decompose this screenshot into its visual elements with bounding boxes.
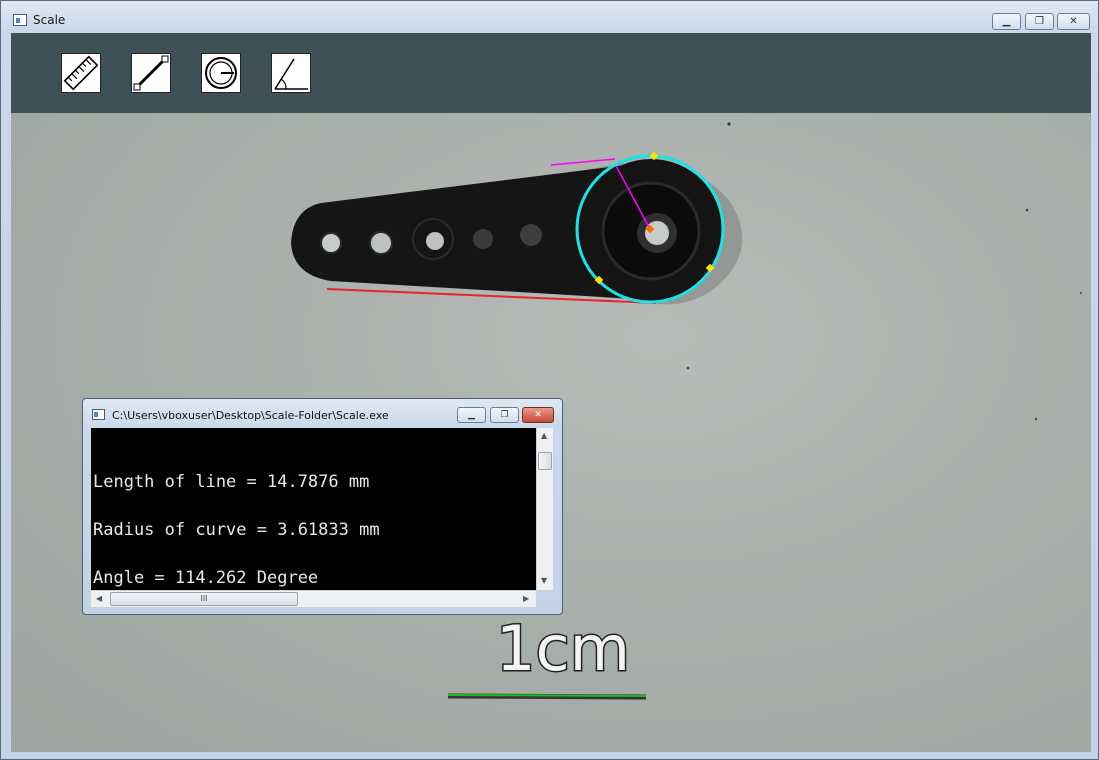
output-line-radius: Radius of curve = 3.61833 mm: [93, 520, 380, 540]
app-icon: [13, 14, 27, 26]
circle-tool-button[interactable]: [201, 53, 241, 93]
ruler-icon: [63, 55, 99, 91]
console-close-button[interactable]: ✕: [522, 407, 554, 423]
angle-icon: [274, 58, 308, 90]
console-icon: [92, 409, 105, 420]
output-line-length: Length of line = 14.7876 mm: [93, 472, 370, 492]
horizontal-scroll-thumb[interactable]: III: [110, 592, 298, 606]
top-edge-line: [550, 158, 616, 166]
scroll-up-icon[interactable]: ▲: [541, 431, 547, 440]
console-minimize-button[interactable]: ▁: [457, 407, 486, 423]
line-icon: [133, 55, 169, 91]
title-bar[interactable]: Scale ▁ ❐ ✕: [1, 1, 1098, 33]
line-tool-button[interactable]: [131, 53, 171, 93]
vertical-scroll-thumb[interactable]: [538, 452, 552, 470]
console-title: C:\Users\vboxuser\Desktop\Scale-Folder\S…: [112, 409, 389, 422]
circle-radius-icon: [205, 57, 237, 89]
close-button[interactable]: ✕: [1057, 13, 1090, 30]
scale-bar: [447, 694, 647, 697]
output-line-angle: Angle = 114.262 Degree: [93, 568, 319, 588]
console-window[interactable]: C:\Users\vboxuser\Desktop\Scale-Folder\S…: [82, 398, 563, 615]
console-maximize-button[interactable]: ❐: [490, 407, 519, 423]
toolbar: [11, 33, 1091, 113]
camera-view[interactable]: 1cm C:\Users\vboxuser\Desktop\Scale-Fold…: [11, 113, 1091, 752]
maximize-button[interactable]: ❐: [1025, 13, 1054, 30]
scroll-right-icon[interactable]: ▶: [523, 594, 529, 603]
minimize-button[interactable]: ▁: [992, 13, 1021, 30]
console-output: Length of line = 14.7876 mm Radius of cu…: [91, 428, 536, 590]
console-vertical-scrollbar[interactable]: ▲ ▼: [536, 428, 553, 590]
scale-label: 1cm: [496, 612, 630, 685]
console-horizontal-scrollbar[interactable]: ◀ III ▶: [91, 590, 536, 607]
scroll-left-icon[interactable]: ◀: [96, 594, 102, 603]
point-marker: [649, 151, 659, 161]
client-area: 1cm C:\Users\vboxuser\Desktop\Scale-Fold…: [11, 33, 1091, 752]
main-window: Scale ▁ ❐ ✕ 1cm C:\Users\vboxuser\Deskto…: [0, 0, 1099, 760]
ruler-tool-button[interactable]: [61, 53, 101, 93]
window-title: Scale: [33, 13, 66, 27]
angle-tool-button[interactable]: [271, 53, 311, 93]
scroll-down-icon[interactable]: ▼: [541, 576, 547, 585]
